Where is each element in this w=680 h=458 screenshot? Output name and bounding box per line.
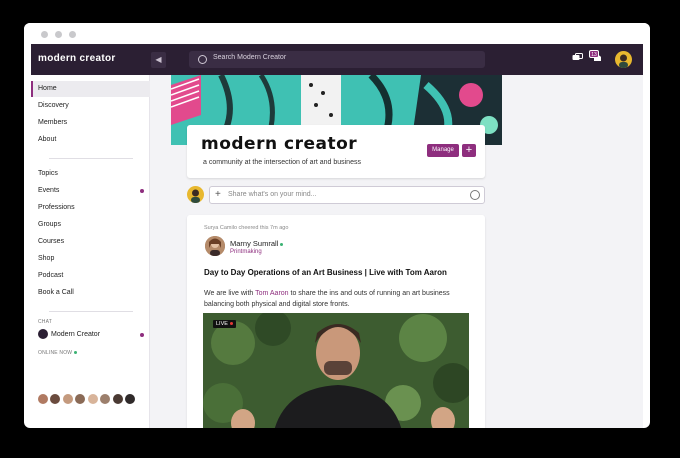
chat-heading: CHAT (38, 319, 53, 325)
sidebar-item-label: Topics (38, 170, 58, 177)
add-button[interactable]: + (462, 144, 476, 157)
sidebar-item-courses[interactable]: Courses (31, 234, 150, 250)
sidebar-item-professions[interactable]: Professions (31, 200, 150, 216)
feed-post: Surya Camilo cheered this 7m ago Marny S… (187, 215, 485, 428)
main-content: modern creator a community at the inters… (150, 75, 643, 428)
community-title: modern creator (201, 134, 358, 154)
online-member-avatar[interactable] (100, 394, 110, 404)
post-body-text: We are live with (204, 290, 256, 297)
sidebar-item-label: Courses (38, 238, 65, 245)
sidebar-item-discovery[interactable]: Discovery (31, 98, 150, 114)
video-frame-icon (203, 313, 469, 428)
notification-badge: 13 (589, 50, 599, 58)
chat-bubbles-icon[interactable] (572, 53, 583, 63)
unread-dot (140, 189, 144, 193)
live-label: LIVE (216, 321, 228, 327)
maximize-window-dot[interactable] (69, 31, 76, 38)
sidebar-item-book-a-call[interactable]: Book a Call (31, 285, 150, 301)
online-member-avatar[interactable] (88, 394, 98, 404)
sidebar: Home Discovery Members About Topics Even… (31, 75, 150, 428)
sidebar-item-podcast[interactable]: Podcast (31, 268, 150, 284)
live-video[interactable]: LIVE (203, 313, 469, 428)
manage-button[interactable]: Manage (427, 144, 459, 157)
minimize-window-dot[interactable] (55, 31, 62, 38)
sidebar-item-members[interactable]: Members (31, 115, 150, 131)
online-indicator-icon (280, 242, 284, 246)
avatar-portrait-icon (191, 189, 200, 203)
search-placeholder: Search Modern Creator (213, 54, 287, 61)
online-member-avatar[interactable] (50, 394, 60, 404)
online-now-label: ONLINE NOW (38, 350, 73, 356)
sidebar-item-topics[interactable]: Topics (31, 166, 150, 182)
sidebar-item-label: Groups (38, 221, 61, 228)
composer-placeholder: Share what's on your mind... (228, 191, 317, 198)
live-dot-icon (229, 322, 233, 326)
post-body: We are live with Tom Aaron to share the … (204, 288, 474, 310)
chat-avatar-icon (38, 329, 48, 340)
collapse-sidebar-button[interactable]: ◀ (151, 52, 166, 68)
search-icon (198, 55, 207, 64)
avatar-portrait-icon (619, 54, 628, 68)
composer-avatar (187, 186, 204, 203)
sidebar-item-label: About (38, 136, 57, 143)
online-now-heading: ONLINE NOW (38, 350, 78, 356)
online-member-avatar[interactable] (75, 394, 85, 404)
online-member-avatar[interactable] (113, 394, 123, 404)
chat-item-modern-creator[interactable]: Modern Creator (31, 327, 150, 343)
sidebar-item-groups[interactable]: Groups (31, 217, 150, 233)
sidebar-item-shop[interactable]: Shop (31, 251, 150, 267)
sidebar-item-label: Home (38, 85, 57, 92)
top-bar: modern creator ◀ Search Modern Creator 1… (31, 44, 643, 75)
post-title[interactable]: Day to Day Operations of an Art Business… (204, 268, 447, 277)
online-member-avatar[interactable] (63, 394, 73, 404)
emoji-icon[interactable] (470, 190, 480, 200)
brand-logo[interactable]: modern creator (38, 53, 116, 64)
sidebar-item-home[interactable]: Home (31, 81, 150, 97)
mention-link[interactable]: Tom Aaron (255, 290, 288, 297)
author-name-label: Marny Sumrall (230, 239, 279, 248)
sidebar-item-label: Book a Call (38, 289, 74, 296)
sidebar-item-label: Events (38, 187, 60, 194)
search-input[interactable]: Search Modern Creator (189, 51, 485, 68)
close-window-dot[interactable] (41, 31, 48, 38)
author-avatar[interactable] (205, 236, 225, 256)
sidebar-divider (49, 311, 133, 312)
live-badge: LIVE (213, 320, 236, 328)
user-avatar[interactable] (615, 51, 632, 68)
unread-dot (140, 333, 144, 337)
online-indicator-icon (74, 351, 78, 355)
avatar-portrait-icon (205, 236, 225, 256)
app: modern creator ◀ Search Modern Creator 1… (31, 44, 643, 428)
community-header-card: modern creator a community at the inters… (187, 125, 485, 178)
sidebar-item-label: Members (38, 119, 68, 126)
post-activity: Surya Camilo cheered this 7m ago (204, 225, 289, 231)
author-tag[interactable]: Printmaking (230, 249, 262, 255)
sidebar-item-label: Professions (38, 204, 75, 211)
sidebar-item-label: Podcast (38, 272, 64, 279)
online-member-avatar[interactable] (125, 394, 135, 404)
community-tagline: a community at the intersection of art a… (203, 159, 361, 166)
sidebar-item-label: Shop (38, 255, 55, 262)
online-member-avatar[interactable] (38, 394, 48, 404)
sidebar-item-about[interactable]: About (31, 132, 150, 148)
post-composer-input[interactable]: + Share what's on your mind... (209, 186, 485, 204)
browser-window: modern creator ◀ Search Modern Creator 1… (24, 23, 650, 428)
author-name[interactable]: Marny Sumrall (230, 239, 284, 248)
plus-icon[interactable]: + (215, 189, 221, 200)
window-titlebar (24, 23, 650, 44)
sidebar-item-events[interactable]: Events (31, 183, 150, 199)
chat-item-label: Modern Creator (51, 331, 101, 338)
sidebar-divider (49, 158, 133, 159)
sidebar-item-label: Discovery (38, 102, 69, 109)
